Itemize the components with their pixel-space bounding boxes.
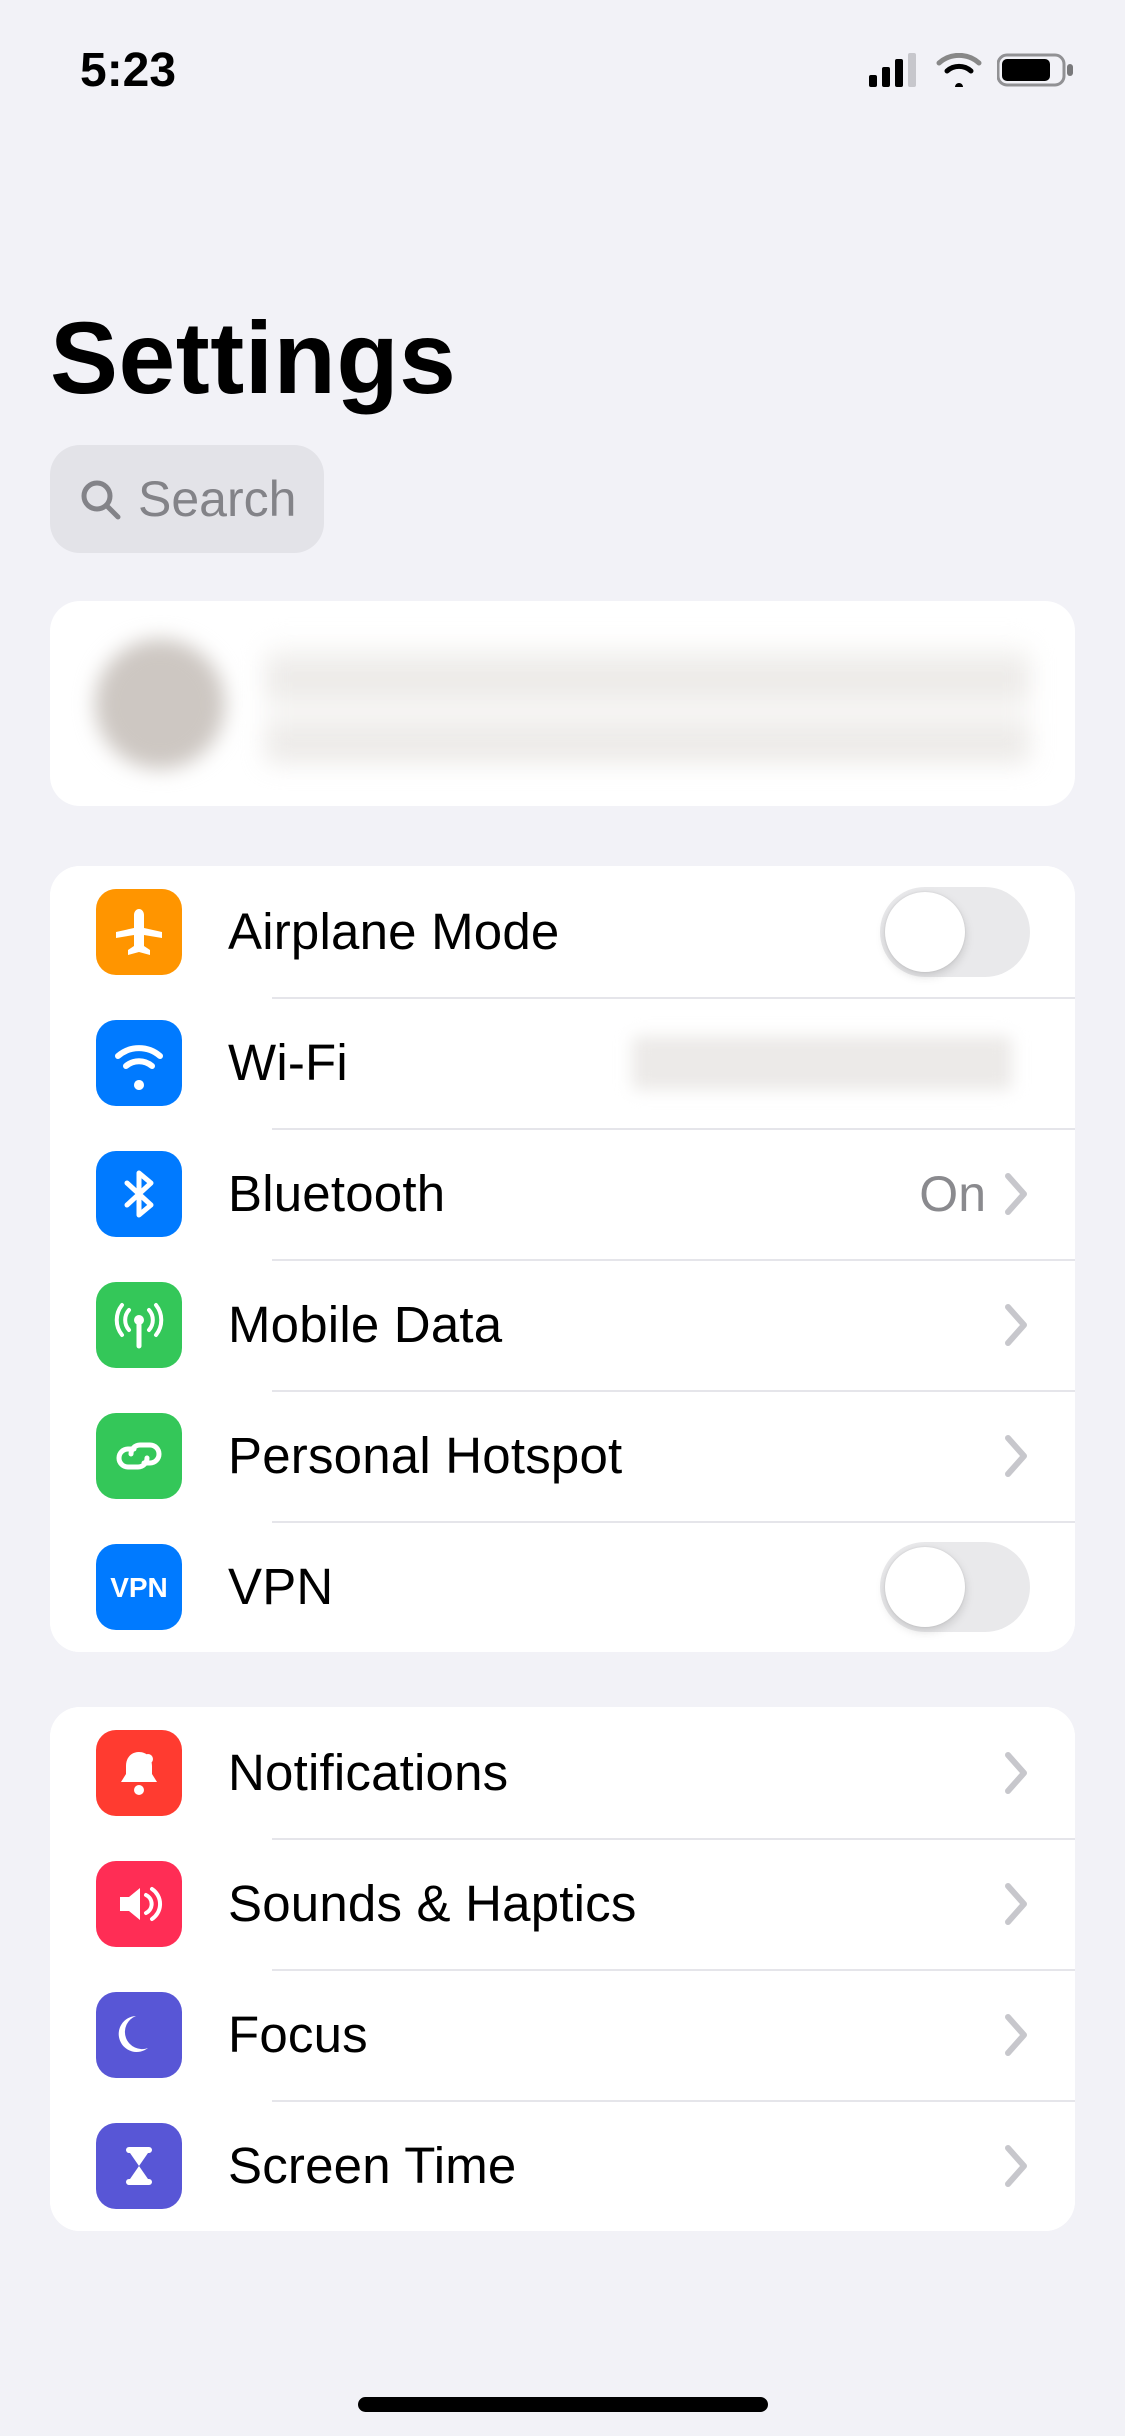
personal-hotspot-row[interactable]: Personal Hotspot [50, 1390, 1075, 1521]
screen-time-row[interactable]: Screen Time [50, 2100, 1075, 2231]
mobile-data-label: Mobile Data [228, 1295, 1004, 1354]
moon-icon [96, 1992, 182, 2078]
notifications-label: Notifications [228, 1743, 1004, 1802]
chevron-right-icon [1004, 1172, 1030, 1216]
bluetooth-row[interactable]: Bluetooth On [50, 1128, 1075, 1259]
chevron-right-icon [1004, 1882, 1030, 1926]
vpn-toggle[interactable] [880, 1542, 1030, 1632]
page-title: Settings [50, 300, 1075, 417]
search-input[interactable]: Search [50, 445, 324, 553]
avatar [95, 639, 225, 769]
cellular-icon [869, 53, 921, 87]
bluetooth-label: Bluetooth [228, 1164, 919, 1223]
mobile-data-row[interactable]: Mobile Data [50, 1259, 1075, 1390]
chevron-right-icon [1004, 1751, 1030, 1795]
wifi-value-blurred [632, 1036, 1012, 1090]
wifi-label: Wi-Fi [228, 1033, 632, 1092]
wifi-row[interactable]: Wi-Fi [50, 997, 1075, 1128]
airplane-mode-label: Airplane Mode [228, 902, 880, 961]
screen-time-label: Screen Time [228, 2136, 1004, 2195]
speaker-icon [96, 1861, 182, 1947]
sounds-label: Sounds & Haptics [228, 1874, 1004, 1933]
chevron-right-icon [1004, 1303, 1030, 1347]
status-time: 5:23 [80, 43, 176, 98]
personal-hotspot-label: Personal Hotspot [228, 1426, 1004, 1485]
search-icon [78, 477, 122, 521]
airplane-mode-row[interactable]: Airplane Mode [50, 866, 1075, 997]
chevron-right-icon [1004, 2144, 1030, 2188]
vpn-icon: VPN [96, 1544, 182, 1630]
chevron-right-icon [1004, 1434, 1030, 1478]
notifications-row[interactable]: Notifications [50, 1707, 1075, 1838]
profile-row[interactable] [50, 601, 1075, 806]
bluetooth-value: On [919, 1165, 986, 1223]
battery-icon [997, 52, 1075, 88]
airplane-mode-toggle[interactable] [880, 887, 1030, 977]
airplane-icon [96, 889, 182, 975]
home-indicator[interactable] [358, 2397, 768, 2412]
profile-name-blurred [265, 644, 1030, 764]
vpn-row[interactable]: VPN VPN [50, 1521, 1075, 1652]
bell-icon [96, 1730, 182, 1816]
alerts-group: Notifications Sounds & Haptics Focus [50, 1707, 1075, 2231]
focus-row[interactable]: Focus [50, 1969, 1075, 2100]
chevron-right-icon [1004, 2013, 1030, 2057]
status-indicators [869, 52, 1075, 88]
connectivity-group: Airplane Mode Wi-Fi Bluetooth On [50, 866, 1075, 1652]
hourglass-icon [96, 2123, 182, 2209]
focus-label: Focus [228, 2005, 1004, 2064]
wifi-status-icon [935, 53, 983, 87]
search-placeholder: Search [138, 470, 296, 528]
sounds-row[interactable]: Sounds & Haptics [50, 1838, 1075, 1969]
wifi-icon [96, 1020, 182, 1106]
bluetooth-icon [96, 1151, 182, 1237]
link-icon [96, 1413, 182, 1499]
svg-text:VPN: VPN [110, 1572, 168, 1603]
vpn-label: VPN [228, 1557, 880, 1616]
status-bar: 5:23 [0, 0, 1125, 140]
antenna-icon [96, 1282, 182, 1368]
